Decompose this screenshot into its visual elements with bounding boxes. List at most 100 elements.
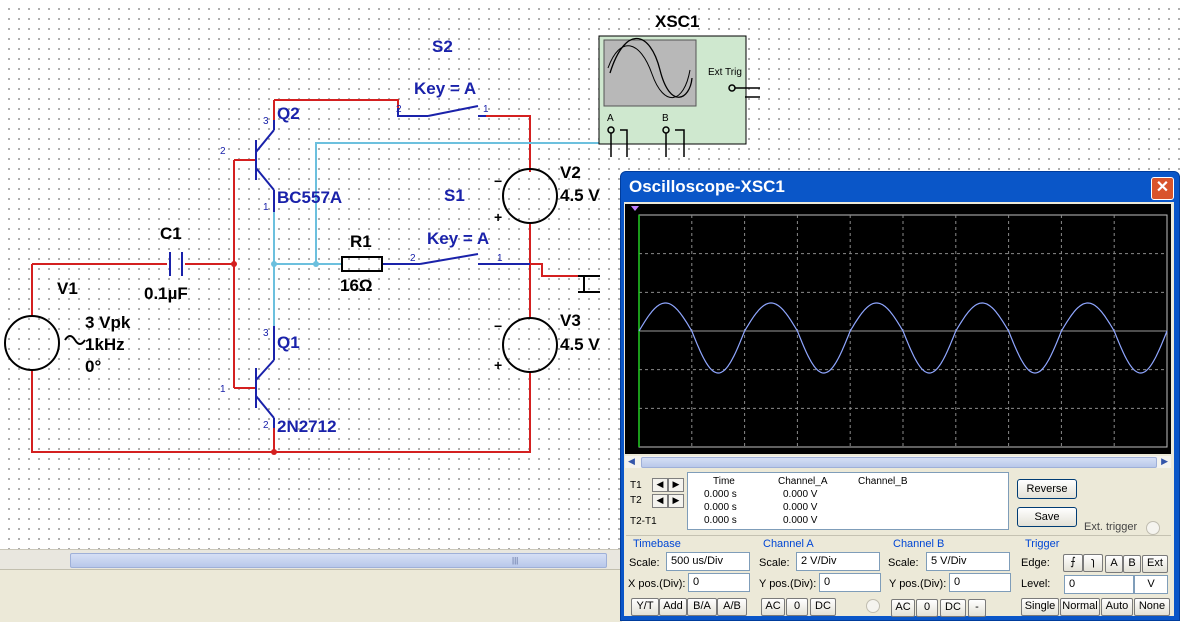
trigger-normal-button[interactable]: Normal bbox=[1060, 598, 1100, 616]
c1-name-label: C1 bbox=[160, 224, 182, 243]
channel-b-zero-button[interactable]: 0 bbox=[916, 599, 938, 617]
q2-name-label: Q2 bbox=[277, 104, 300, 123]
svg-text:2: 2 bbox=[396, 104, 402, 115]
readout-header-time: Time bbox=[713, 476, 735, 487]
channel-a-dc-button[interactable]: DC bbox=[810, 598, 836, 616]
t2-left-icon[interactable]: ◀ bbox=[652, 494, 668, 508]
cursor-readout-table: Time Channel_A Channel_B 0.000 s 0.000 V… bbox=[687, 472, 1009, 530]
readout-t1-channel-a: 0.000 V bbox=[783, 489, 818, 500]
scope-symbol[interactable] bbox=[598, 35, 760, 157]
junction-dots bbox=[231, 261, 277, 455]
r1-name-label: R1 bbox=[350, 232, 372, 251]
trigger-source-b-button[interactable]: B bbox=[1123, 555, 1141, 573]
channel-a-zero-button[interactable]: 0 bbox=[786, 598, 808, 616]
v1-ac-source-icon bbox=[4, 315, 86, 371]
timebase-group-title: Timebase bbox=[633, 538, 681, 550]
trigger-source-ext-button[interactable]: Ext bbox=[1142, 555, 1168, 573]
timebase-scale-label: Scale: bbox=[629, 557, 660, 569]
r1-value-label: 16Ω bbox=[340, 276, 373, 295]
ext-trigger-radio[interactable] bbox=[1146, 521, 1160, 535]
channel-b-group-title: Channel B bbox=[893, 538, 945, 550]
scope-a-label: A bbox=[607, 113, 614, 124]
channel-a-ypos-input[interactable]: 0 bbox=[819, 573, 881, 592]
t2-right-icon[interactable]: ▶ bbox=[668, 494, 684, 508]
svg-text:1: 1 bbox=[483, 104, 489, 115]
channel-a-radio[interactable] bbox=[866, 599, 880, 613]
s1-key-label: Key = A bbox=[427, 229, 489, 248]
ground-icon bbox=[578, 275, 600, 293]
trigger-level-input[interactable]: 0 bbox=[1064, 575, 1134, 594]
channel-b-ypos-input[interactable]: 0 bbox=[949, 573, 1011, 592]
timebase-xpos-label: X pos.(Div): bbox=[628, 578, 686, 590]
reverse-button[interactable]: Reverse bbox=[1017, 479, 1077, 499]
readout-t2-channel-a: 0.000 V bbox=[783, 502, 818, 513]
channel-b-scale-input[interactable]: 5 V/Div bbox=[926, 552, 1010, 571]
q1-part-label: 2N2712 bbox=[277, 417, 337, 436]
v3-dc-source-icon bbox=[502, 317, 558, 373]
channel-a-ypos-label: Y pos.(Div): bbox=[759, 578, 817, 590]
channel-b-dc-button[interactable]: DC bbox=[940, 599, 966, 617]
rising-edge-icon[interactable]: ⨍ bbox=[1063, 554, 1083, 572]
t1-right-icon[interactable]: ▶ bbox=[668, 478, 684, 492]
falling-edge-icon[interactable]: ɿ bbox=[1083, 554, 1103, 572]
canvas-horizontal-scrollbar[interactable]: ||| bbox=[0, 549, 622, 570]
cursor-t1-marker-icon[interactable] bbox=[631, 206, 639, 211]
scope-ext-trig-label: Ext Trig bbox=[708, 67, 742, 78]
trigger-edge-label: Edge: bbox=[1021, 557, 1050, 569]
svg-text:1: 1 bbox=[263, 202, 269, 213]
channel-a-scale-input[interactable]: 2 V/Div bbox=[796, 552, 880, 571]
trigger-level-unit[interactable]: V bbox=[1134, 575, 1168, 594]
trigger-single-button[interactable]: Single bbox=[1021, 598, 1059, 616]
channel-b-ac-button[interactable]: AC bbox=[891, 599, 915, 617]
ab-mode-button[interactable]: A/B bbox=[717, 598, 747, 616]
trigger-none-button[interactable]: None bbox=[1134, 598, 1170, 616]
readout-t1-time: 0.000 s bbox=[704, 489, 737, 500]
trigger-source-a-button[interactable]: A bbox=[1105, 555, 1123, 573]
t1-label: T1 bbox=[630, 480, 642, 491]
trigger-auto-button[interactable]: Auto bbox=[1101, 598, 1133, 616]
readout-t2t1-channel-a: 0.000 V bbox=[783, 515, 818, 526]
save-button[interactable]: Save bbox=[1017, 507, 1077, 527]
scroll-right-icon[interactable]: ▶ bbox=[1161, 456, 1168, 467]
scope-display bbox=[625, 204, 1171, 454]
timebase-scale-input[interactable]: 500 us/Div bbox=[666, 552, 750, 571]
channel-a-scale-label: Scale: bbox=[759, 557, 790, 569]
v2-value-label: 4.5 V bbox=[560, 186, 600, 205]
window-title: Oscilloscope-XSC1 bbox=[629, 177, 785, 196]
readout-header-channel-a: Channel_A bbox=[778, 476, 828, 487]
c1-value-label: 0.1µF bbox=[144, 284, 188, 303]
svg-text:1: 1 bbox=[220, 384, 226, 395]
v1-amplitude-label: 3 Vpk bbox=[85, 313, 131, 332]
t1-left-icon[interactable]: ◀ bbox=[652, 478, 668, 492]
channel-b-invert-button[interactable]: - bbox=[968, 599, 986, 617]
close-icon[interactable]: ✕ bbox=[1151, 177, 1174, 200]
channel-a-ac-button[interactable]: AC bbox=[761, 598, 785, 616]
svg-text:+: + bbox=[494, 209, 502, 225]
channel-a-group-title: Channel A bbox=[763, 538, 814, 550]
svg-text:2: 2 bbox=[410, 253, 416, 264]
v3-name-label: V3 bbox=[560, 311, 581, 330]
t2-t1-label: T2-T1 bbox=[630, 516, 657, 527]
trigger-group-title: Trigger bbox=[1025, 538, 1060, 550]
status-bar bbox=[0, 569, 622, 622]
q2-part-label: BC557A bbox=[277, 188, 342, 207]
add-mode-button[interactable]: Add bbox=[659, 598, 687, 616]
svg-text:2: 2 bbox=[220, 146, 226, 157]
yt-mode-button[interactable]: Y/T bbox=[631, 598, 659, 616]
trigger-level-label: Level: bbox=[1021, 578, 1051, 590]
v3-value-label: 4.5 V bbox=[560, 335, 600, 354]
ext-trigger-label: Ext. trigger bbox=[1084, 521, 1138, 533]
v2-dc-source-icon bbox=[502, 168, 558, 224]
scope-scrollbar[interactable]: ◀ ▶ bbox=[625, 456, 1171, 468]
scope-scrollbar-thumb[interactable] bbox=[641, 457, 1157, 468]
r1-resistor-icon bbox=[341, 256, 383, 272]
scope-name-label: XSC1 bbox=[655, 12, 699, 31]
scrollbar-thumb[interactable] bbox=[70, 553, 607, 568]
v1-frequency-label: 1kHz bbox=[85, 335, 125, 354]
v1-phase-label: 0° bbox=[85, 357, 101, 376]
timebase-xpos-input[interactable]: 0 bbox=[688, 573, 750, 592]
readout-t2-time: 0.000 s bbox=[704, 502, 737, 513]
scroll-left-icon[interactable]: ◀ bbox=[628, 456, 635, 467]
readout-t2t1-time: 0.000 s bbox=[704, 515, 737, 526]
ba-mode-button[interactable]: B/A bbox=[687, 598, 717, 616]
